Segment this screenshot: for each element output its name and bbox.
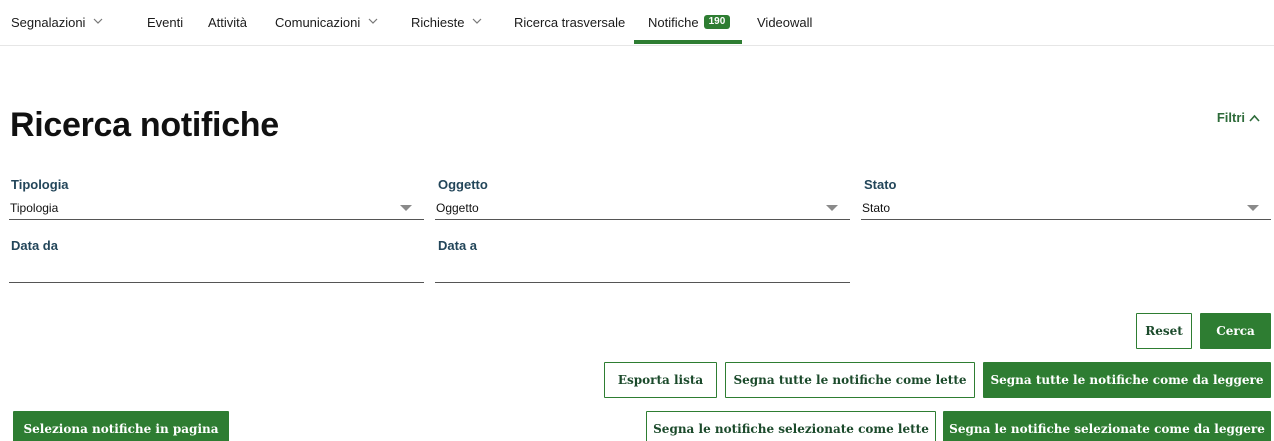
nav-item-comunicazioni[interactable]: Comunicazioni [275,0,379,44]
chevron-up-icon [1249,114,1260,122]
nav-item-label: Comunicazioni [275,14,361,30]
tipologia-value: Tipologia [10,200,59,215]
nav-item-label: Eventi [147,14,184,30]
tipologia-select[interactable]: Tipologia [9,196,424,220]
stato-value: Stato [862,200,891,215]
search-button[interactable]: Cerca [1200,313,1271,349]
nav-item-label: Notifiche [648,14,699,30]
stato-label: Stato [864,177,897,192]
select-page-notifications-button[interactable]: Seleziona notifiche in pagina [13,411,229,441]
nav-item-ricerca-trasversale[interactable]: Ricerca trasversale [514,0,625,44]
filters-toggle-label: Filtri [1216,110,1245,125]
page-title: Ricerca notifiche [10,106,279,144]
oggetto-select[interactable]: Oggetto [435,196,850,220]
reset-button[interactable]: Reset [1136,313,1192,349]
dropdown-arrow-icon [400,205,412,211]
active-tab-indicator [634,40,742,44]
nav-item-label: Videowall [757,14,813,30]
oggetto-label: Oggetto [438,177,488,192]
nav-item-eventi[interactable]: Eventi [147,0,183,44]
top-navigation: Segnalazioni Eventi Attività Comunicazio… [0,0,1274,46]
nav-item-segnalazioni[interactable]: Segnalazioni [11,0,104,44]
nav-item-richieste[interactable]: Richieste [411,0,483,44]
mark-selected-read-button[interactable]: Segna le notifiche selezionate come lett… [646,411,936,441]
dropdown-arrow-icon [826,205,838,211]
chevron-down-icon [367,15,379,27]
notification-count-badge: 190 [703,15,731,29]
nav-item-attivita[interactable]: Attività [208,0,247,44]
tipologia-label: Tipologia [11,177,69,192]
mark-all-unread-button[interactable]: Segna tutte le notifiche come da leggere [983,362,1271,398]
nav-item-label: Segnalazioni [11,14,86,30]
stato-select[interactable]: Stato [861,196,1271,220]
filters-toggle[interactable]: Filtri [1217,110,1260,125]
dropdown-arrow-icon [1247,205,1259,211]
data-a-input[interactable] [435,259,850,283]
nav-item-videowall[interactable]: Videowall [757,0,812,44]
oggetto-value: Oggetto [436,200,479,215]
nav-item-label: Ricerca trasversale [514,14,626,30]
export-list-button[interactable]: Esporta lista [604,362,717,398]
nav-item-notifiche[interactable]: Notifiche 190 [648,0,731,44]
nav-item-label: Attività [208,14,248,30]
data-a-label: Data a [438,238,478,253]
data-da-label: Data da [11,238,58,253]
mark-all-read-button[interactable]: Segna tutte le notifiche come lette [725,362,975,398]
chevron-down-icon [92,15,104,27]
nav-item-label: Richieste [411,14,465,30]
chevron-down-icon [471,15,483,27]
mark-selected-unread-button[interactable]: Segna le notifiche selezionate come da l… [943,411,1271,441]
data-da-input[interactable] [9,259,424,283]
